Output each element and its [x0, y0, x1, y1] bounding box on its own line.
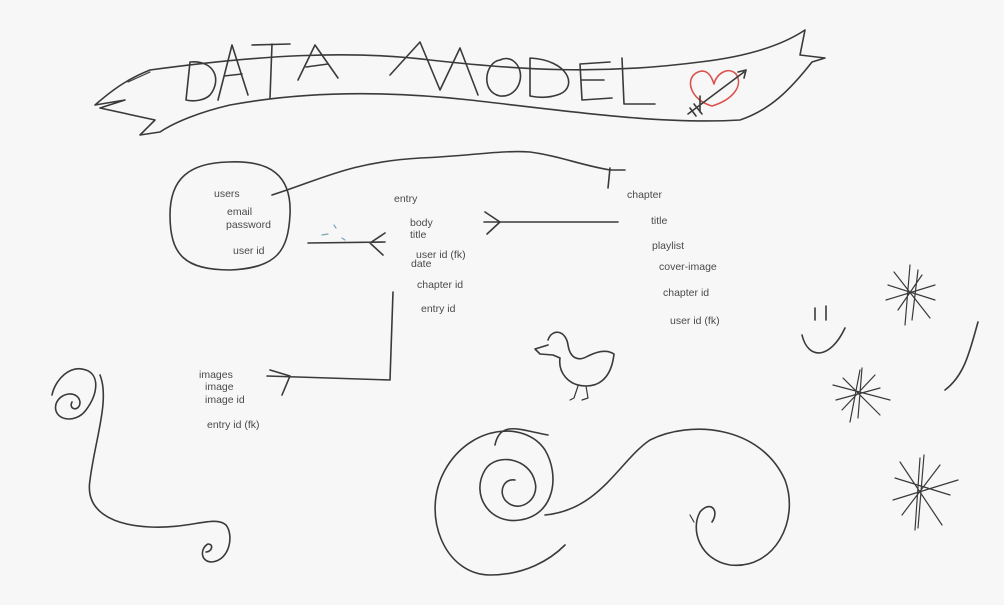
users-field-user-id: user id	[233, 245, 265, 257]
images-field-image: image	[205, 381, 234, 393]
whiteboard-canvas	[51, 29, 979, 576]
users-field-email: email	[227, 206, 253, 218]
users-field-password: password	[226, 219, 271, 231]
images-field-image-id: image id	[205, 394, 245, 406]
users-chapter-relation	[271, 150, 626, 196]
heart-icon	[687, 69, 747, 117]
images-field-entry-id-fk: entry id (fk)	[207, 419, 260, 431]
chapter-field-playlist: playlist	[652, 240, 685, 252]
chapter-field-cover-image: cover-image	[659, 261, 717, 273]
entry-field-entry-id: entry id	[421, 303, 456, 315]
left-spiral-doodle	[51, 367, 231, 563]
images-entity-name: images	[199, 369, 233, 381]
entry-users-relation	[307, 232, 386, 256]
chapter-field-user-id-fk: user id (fk)	[670, 315, 720, 327]
chapter-field-chapter-id: chapter id	[663, 287, 710, 299]
bottom-spiral-doodle	[434, 428, 791, 576]
entry-field-chapter-id: chapter id	[417, 279, 464, 291]
chapter-entity-name: chapter	[627, 189, 663, 201]
entry-field-body: body	[410, 217, 433, 229]
entry-field-title: title	[410, 229, 427, 241]
starburst-doodle	[832, 264, 959, 531]
title-lettering	[185, 41, 656, 105]
entry-images-relation	[266, 291, 394, 396]
chapter-entry-relation	[483, 211, 619, 235]
entry-entity-name: entry	[394, 193, 418, 205]
title-banner	[94, 29, 826, 136]
users-entity-name: users	[214, 188, 240, 200]
smiley-doodle	[801, 305, 979, 391]
entry-field-date: date	[411, 258, 432, 270]
chapter-field-title: title	[651, 215, 668, 227]
duck-doodle	[534, 331, 615, 401]
